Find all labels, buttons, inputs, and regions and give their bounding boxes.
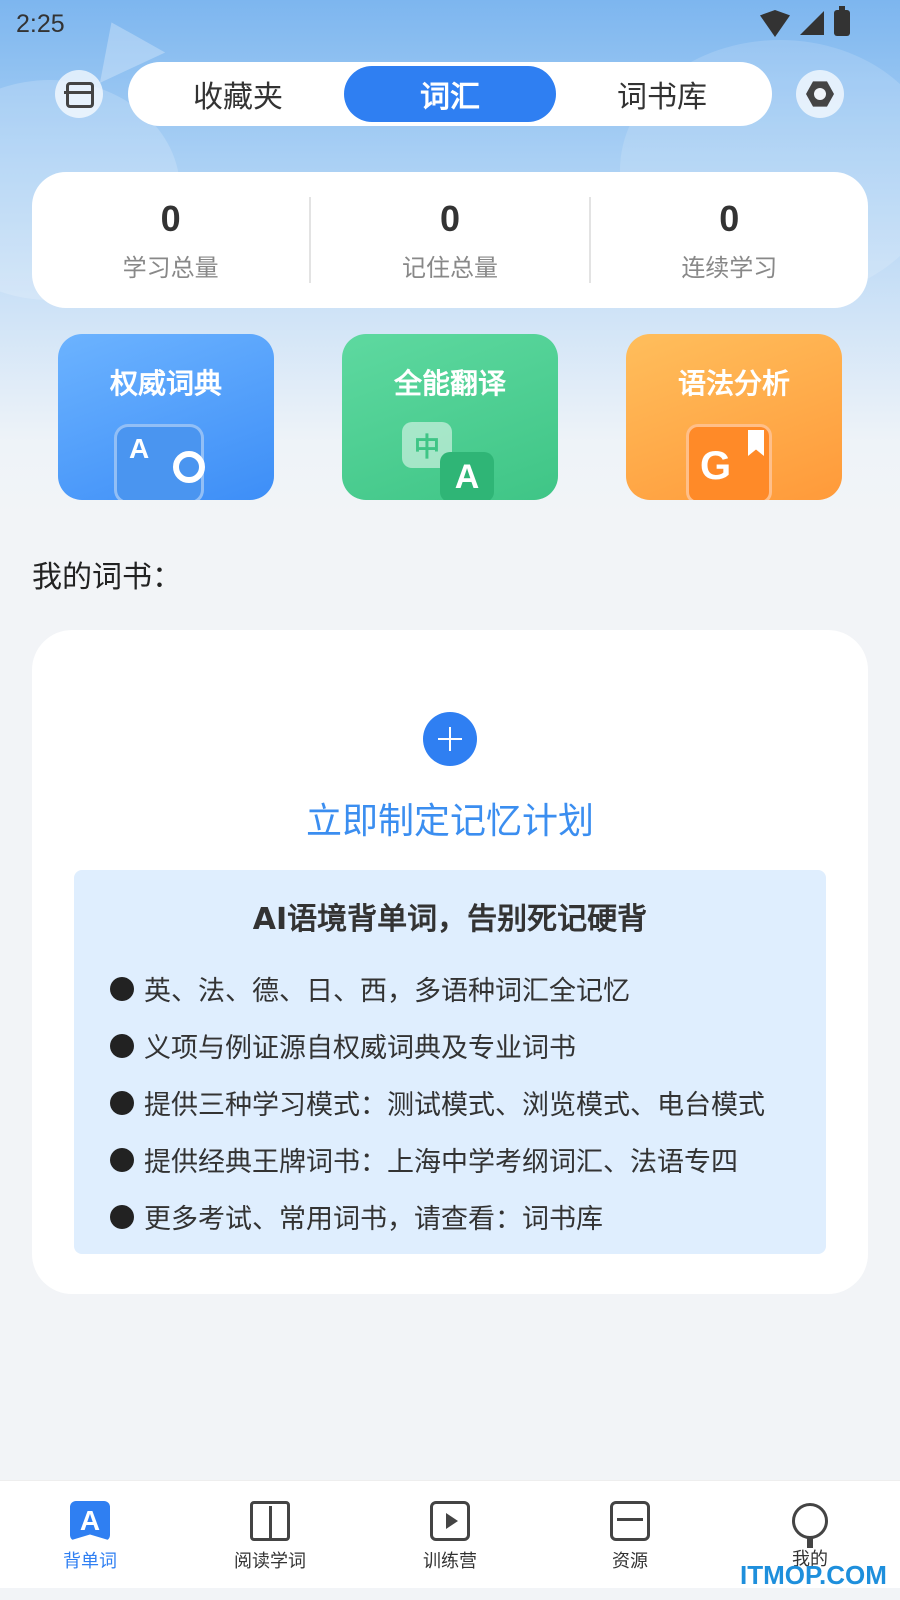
info-item: 提供三种学习模式：测试模式、浏览模式、电台模式 [110,1074,790,1131]
nav-item-vocab[interactable]: A 背单词 [0,1481,180,1588]
word-icon: A [70,1500,110,1541]
user-icon [792,1502,828,1548]
info-item-text: 提供三种学习模式：测试模式、浏览模式、电台模式 [144,1090,765,1121]
scan-button[interactable] [55,70,103,118]
info-item: 义项与例证源自权威词典及专业词书 [110,1017,790,1074]
tab-vocabulary[interactable]: 词汇 [344,66,556,122]
nav-label: 阅读学词 [234,1550,306,1572]
nav-label: 背单词 [63,1550,117,1572]
info-item: 提供经典王牌词书：上海中学考纲词汇、法语专四 [110,1131,790,1188]
stats-card: 0 学习总量 0 记住总量 0 连续学习 [32,172,868,308]
nav-item-resources[interactable]: 资源 [540,1481,720,1588]
segmented-tabs: 收藏夹 词汇 词书库 [128,62,772,126]
nav-item-reading[interactable]: 阅读学词 [180,1481,360,1588]
stat-value: 0 [160,197,181,239]
info-box: AI语境背单词，告别死记硬背 英、法、德、日、西，多语种词汇全记忆 义项与例证源… [74,870,826,1254]
create-plan-link[interactable]: 立即制定记忆计划 [32,792,868,844]
stat-value: 0 [719,197,740,239]
info-item: 更多考试、常用词书，请查看：词书库 [110,1188,790,1245]
status-icons [760,6,850,36]
stat-streak: 0 连续学习 [591,197,868,283]
nav-label: 资源 [612,1550,648,1572]
status-bar: 2:25 [0,0,900,50]
info-item-text: 义项与例证源自权威词典及专业词书 [144,1033,576,1064]
add-plan-button[interactable] [423,712,477,766]
top-nav: 收藏夹 词汇 词书库 [0,62,900,128]
bullet-icon [110,976,134,1001]
stat-label: 学习总量 [122,253,219,282]
battery-icon [834,6,850,36]
dictionary-search-icon: A [114,424,205,500]
bullet-icon [110,1090,134,1115]
signal-icon [800,11,824,35]
feature-grammar[interactable]: 语法分析 G [626,334,842,500]
scan-icon [64,82,94,108]
tab-book-library[interactable]: 词书库 [556,66,768,122]
feature-dictionary[interactable]: 权威词典 A [58,334,274,500]
grammar-book-icon: G [686,424,786,500]
feature-translate[interactable]: 全能翻译 中 A [342,334,558,500]
plus-icon [438,727,462,751]
stat-label: 记住总量 [401,253,498,282]
info-item-text: 提供经典王牌词书：上海中学考纲词汇、法语专四 [144,1147,738,1178]
feature-title: 全能翻译 [393,367,506,400]
settings-icon [806,81,834,107]
my-books-title: 我的词书： [32,560,182,595]
book-icon [250,1500,290,1541]
feature-title: 语法分析 [677,367,790,400]
video-icon [430,1500,470,1541]
stat-value: 0 [439,197,460,239]
bullet-icon [110,1033,134,1058]
watermark: ITMOP.COM [740,1560,887,1590]
translate-icon: 中 A [400,422,500,500]
bullet-icon [110,1204,134,1229]
inbox-icon [610,1500,650,1541]
feature-title: 权威词典 [109,367,222,400]
info-item-text: 更多考试、常用词书，请查看：词书库 [144,1204,603,1235]
stat-total-remembered: 0 记住总量 [311,197,588,283]
status-time: 2:25 [16,10,65,38]
info-item: 英、法、德、日、西，多语种词汇全记忆 [110,960,790,1017]
nav-label: 训练营 [423,1550,477,1572]
info-item-text: 英、法、德、日、西，多语种词汇全记忆 [144,976,630,1007]
nav-item-training[interactable]: 训练营 [360,1481,540,1588]
stat-label: 连续学习 [681,253,778,282]
settings-button[interactable] [796,70,844,118]
info-title: AI语境背单词，告别死记硬背 [252,902,648,937]
stat-total-learned: 0 学习总量 [32,197,309,283]
bullet-icon [110,1147,134,1172]
tab-favorites[interactable]: 收藏夹 [132,66,344,122]
plan-card: 立即制定记忆计划 AI语境背单词，告别死记硬背 英、法、德、日、西，多语种词汇全… [32,630,868,1294]
wifi-icon [760,10,790,36]
